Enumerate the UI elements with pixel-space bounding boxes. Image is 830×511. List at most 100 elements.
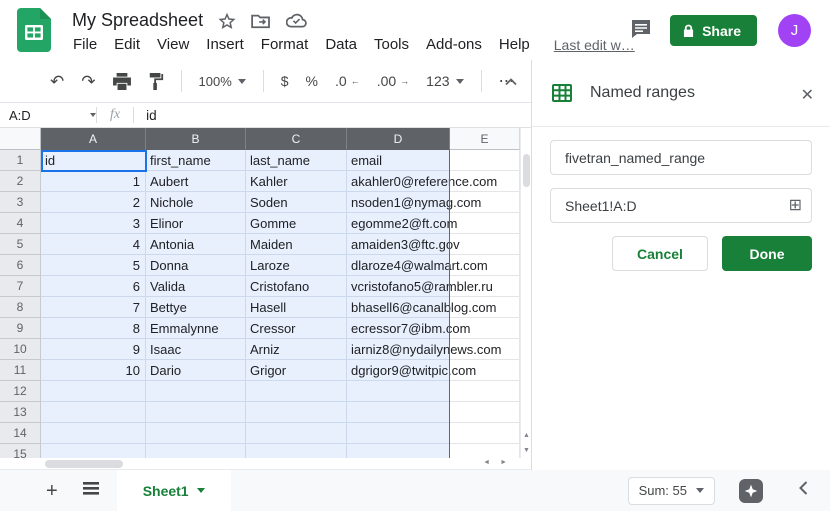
menu-tools[interactable]: Tools [372,36,411,53]
cloud-saved-icon[interactable] [286,13,307,28]
cell-D6[interactable]: dlaroze4@walmart.com [347,255,450,276]
row-header-14[interactable]: 14 [0,423,41,444]
row-header-3[interactable]: 3 [0,192,41,213]
format-currency-button[interactable]: $ [281,73,289,89]
cell-B4[interactable]: Elinor [146,213,246,234]
cell-B13[interactable] [146,402,246,423]
cell-C11[interactable]: Grigor [246,360,347,381]
cell-E1[interactable] [450,150,520,171]
row-header-10[interactable]: 10 [0,339,41,360]
menu-insert[interactable]: Insert [204,36,246,53]
row-header-4[interactable]: 4 [0,213,41,234]
number-format-button[interactable]: 123 [426,73,463,89]
close-icon[interactable]: ✕ [801,85,814,105]
all-sheets-icon[interactable] [83,482,99,500]
cell-B7[interactable]: Valida [146,276,246,297]
cell-D10[interactable]: iarniz8@nydailynews.com [347,339,450,360]
row-header-1[interactable]: 1 [0,150,41,171]
horizontal-scrollbar[interactable]: ◄ ► [0,458,531,470]
sheet-tab[interactable]: Sheet1 [117,470,231,511]
cell-E14[interactable] [450,423,520,444]
cell-E12[interactable] [450,381,520,402]
move-to-folder-icon[interactable] [251,13,271,29]
cell-B2[interactable]: Aubert [146,171,246,192]
cell-C4[interactable]: Gomme [246,213,347,234]
cell-A11[interactable]: 10 [41,360,146,381]
cell-A3[interactable]: 2 [41,192,146,213]
scroll-up-icon[interactable]: ▲ [523,432,530,439]
cell-D7[interactable]: vcristofano5@rambler.ru [347,276,450,297]
add-sheet-icon[interactable]: + [46,481,58,501]
column-header-C[interactable]: C [246,128,347,150]
column-header-A[interactable]: A [41,128,146,150]
cell-D8[interactable]: bhasell6@canalblog.com [347,297,450,318]
formula-input[interactable]: id [134,108,157,123]
cell-D11[interactable]: dgrigor9@twitpic.com [347,360,450,381]
cell-B3[interactable]: Nichole [146,192,246,213]
done-button[interactable]: Done [722,236,812,271]
row-header-12[interactable]: 12 [0,381,41,402]
cell-B10[interactable]: Isaac [146,339,246,360]
avatar[interactable]: J [778,14,811,47]
cell-A15[interactable] [41,444,146,458]
cell-A7[interactable]: 6 [41,276,146,297]
row-header-11[interactable]: 11 [0,360,41,381]
paint-format-button[interactable] [148,73,164,90]
cell-C13[interactable] [246,402,347,423]
cell-A9[interactable]: 8 [41,318,146,339]
name-box[interactable]: A:D [0,108,96,123]
menu-data[interactable]: Data [323,36,359,53]
comment-history-icon[interactable] [629,17,653,46]
horizontal-scrollbar-thumb[interactable] [45,460,123,468]
cell-C3[interactable]: Soden [246,192,347,213]
redo-button[interactable]: ↷ [81,73,95,90]
select-data-range-icon[interactable]: ⊞ [789,195,802,215]
cell-A4[interactable]: 3 [41,213,146,234]
cell-A8[interactable]: 7 [41,297,146,318]
row-header-9[interactable]: 9 [0,318,41,339]
row-header-6[interactable]: 6 [0,255,41,276]
cell-B5[interactable]: Antonia [146,234,246,255]
cell-E5[interactable] [450,234,520,255]
menu-help[interactable]: Help [497,36,532,53]
star-icon[interactable] [218,12,236,30]
menu-edit[interactable]: Edit [112,36,142,53]
cell-D14[interactable] [347,423,450,444]
cell-B9[interactable]: Emmalynne [146,318,246,339]
collapse-toolbar-button[interactable] [505,73,517,89]
cell-C15[interactable] [246,444,347,458]
scroll-right-icon[interactable]: ► [500,459,507,466]
menu-format[interactable]: Format [259,36,311,53]
scroll-down-icon[interactable]: ▼ [523,447,530,454]
cell-B6[interactable]: Donna [146,255,246,276]
row-header-8[interactable]: 8 [0,297,41,318]
row-header-7[interactable]: 7 [0,276,41,297]
cell-A2[interactable]: 1 [41,171,146,192]
cell-C14[interactable] [246,423,347,444]
scroll-left-icon[interactable]: ◄ [483,459,490,466]
cell-A10[interactable]: 9 [41,339,146,360]
cell-D3[interactable]: nsoden1@nymag.com [347,192,450,213]
range-name-input[interactable] [550,140,812,175]
undo-button[interactable]: ↶ [50,73,64,90]
cell-D9[interactable]: ecressor7@ibm.com [347,318,450,339]
cell-A5[interactable]: 4 [41,234,146,255]
increase-decimal-button[interactable]: .00→ [377,73,409,89]
last-edit-link[interactable]: Last edit w… [554,37,635,53]
cell-E13[interactable] [450,402,520,423]
column-header-E[interactable]: E [450,128,520,150]
cancel-button[interactable]: Cancel [612,236,708,271]
row-header-15[interactable]: 15 [0,444,41,458]
decrease-decimal-button[interactable]: .0← [335,73,360,89]
cell-E4[interactable] [450,213,520,234]
cell-D2[interactable]: akahler0@reference.com [347,171,450,192]
cell-D13[interactable] [347,402,450,423]
range-ref-input[interactable] [550,188,812,223]
collapse-panel-chevron-icon[interactable] [799,481,808,500]
cell-B1[interactable]: first_name [146,150,246,171]
cell-C8[interactable]: Hasell [246,297,347,318]
cell-A1[interactable]: id [41,150,146,171]
cell-C2[interactable]: Kahler [246,171,347,192]
cell-B11[interactable]: Dario [146,360,246,381]
cell-C10[interactable]: Arniz [246,339,347,360]
